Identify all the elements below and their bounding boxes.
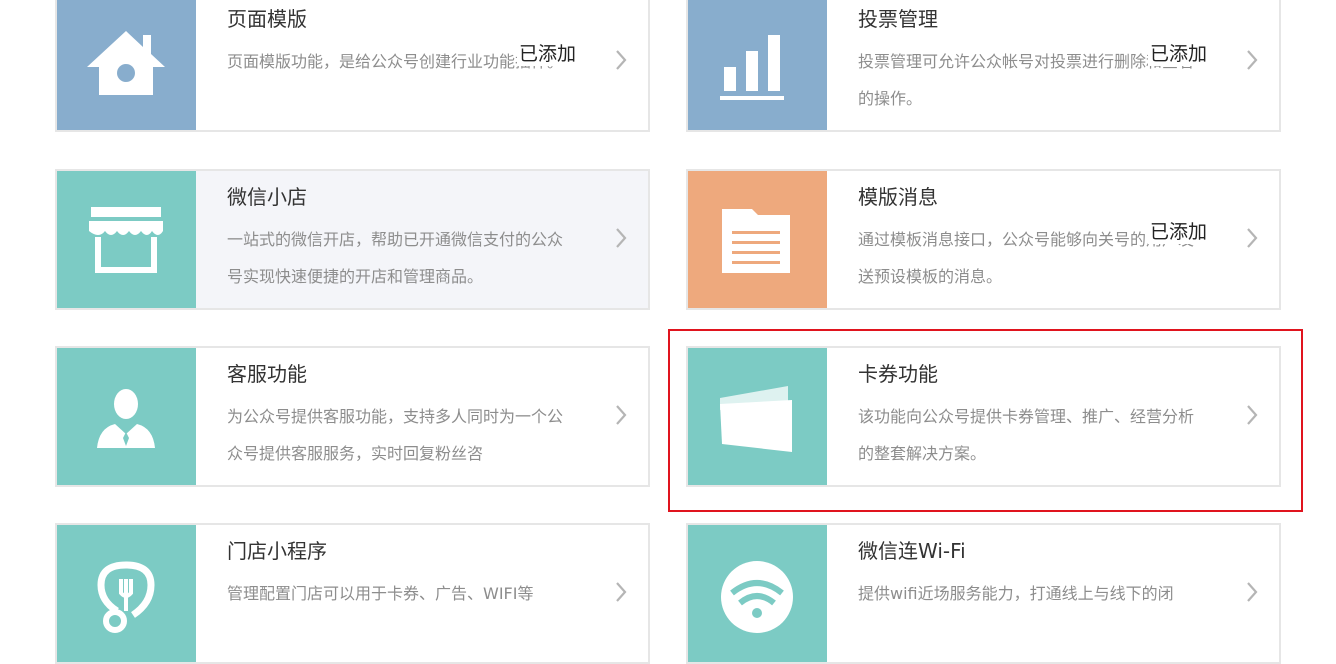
chevron-right-icon [616,50,627,70]
plugin-title: 页面模版 [227,7,307,31]
plugin-icon-box [688,348,827,485]
chevron-right-icon [616,228,627,248]
status-badge: 已添加 [1148,217,1210,244]
chevron-right-icon [1247,405,1258,425]
plugin-title: 门店小程序 [227,539,327,563]
plugin-card-wechat-wifi[interactable]: 微信连Wi-Fi 提供wifi近场服务能力，打通线上与线下的闭 [686,523,1281,664]
document-icon [721,208,790,273]
plugin-description: 管理配置门店可以用于卡券、广告、WIFI等 [227,584,534,603]
plugin-card-vote-management[interactable]: 投票管理 投票管理可允许公众帐号对投票进行删除和查看的操作。 已添加 [686,0,1281,132]
house-icon [86,30,165,95]
plugin-icon-box [688,0,827,130]
status-badge: 已添加 [1148,39,1210,66]
chevron-right-icon [616,405,627,425]
store-icon [88,206,163,273]
plugin-description: 为公众号提供客服功能，支持多人同时为一个公众号提供客服服务，实时回复粉丝咨 [227,407,564,463]
plugin-description: 提供wifi近场服务能力，打通线上与线下的闭 [858,584,1174,603]
plugin-title: 客服功能 [227,362,307,386]
chevron-right-icon [1247,228,1258,248]
plugin-card-store-miniprogram[interactable]: 门店小程序 管理配置门店可以用于卡券、广告、WIFI等 [55,523,650,664]
chevron-right-icon [616,582,627,602]
plugin-icon-box [57,171,196,308]
bar-chart-icon [719,34,784,100]
plugin-card-wechat-store[interactable]: 微信小店 一站式的微信开店，帮助已开通微信支付的公众号实现快速便捷的开店和管理商… [55,169,650,310]
store-pin-icon [96,560,155,633]
card-icon [719,385,792,452]
plugin-card-coupon[interactable]: 卡券功能 该功能向公众号提供卡券管理、推广、经营分析的整套解决方案。 [686,346,1281,487]
plugin-title: 卡券功能 [858,362,938,386]
plugin-icon-box [57,348,196,485]
plugin-icon-box [57,0,196,130]
plugin-title: 微信小店 [227,185,307,209]
status-badge: 已添加 [517,39,579,66]
plugin-title: 模版消息 [858,185,938,209]
plugin-icon-box [57,525,196,662]
service-person-icon [96,388,155,448]
plugin-description: 该功能向公众号提供卡券管理、推广、经营分析的整套解决方案。 [858,407,1195,463]
plugin-description: 一站式的微信开店，帮助已开通微信支付的公众号实现快速便捷的开店和管理商品。 [227,230,564,286]
plugin-icon-box [688,525,827,662]
plugin-card-page-template[interactable]: 页面模版 页面模版功能，是给公众号创建行业功能插件。 已添加 [55,0,650,132]
plugin-title: 投票管理 [858,7,938,31]
chevron-right-icon [1247,50,1258,70]
plugin-card-template-message[interactable]: 模版消息 通过模板消息接口，公众号能够向关号的用户发送预设模板的消息。 已添加 [686,169,1281,310]
plugin-title: 微信连Wi-Fi [858,539,966,563]
wifi-icon [720,560,793,633]
plugin-card-customer-service[interactable]: 客服功能 为公众号提供客服功能，支持多人同时为一个公众号提供客服服务，实时回复粉… [55,346,650,487]
plugin-icon-box [688,171,827,308]
chevron-right-icon [1247,582,1258,602]
